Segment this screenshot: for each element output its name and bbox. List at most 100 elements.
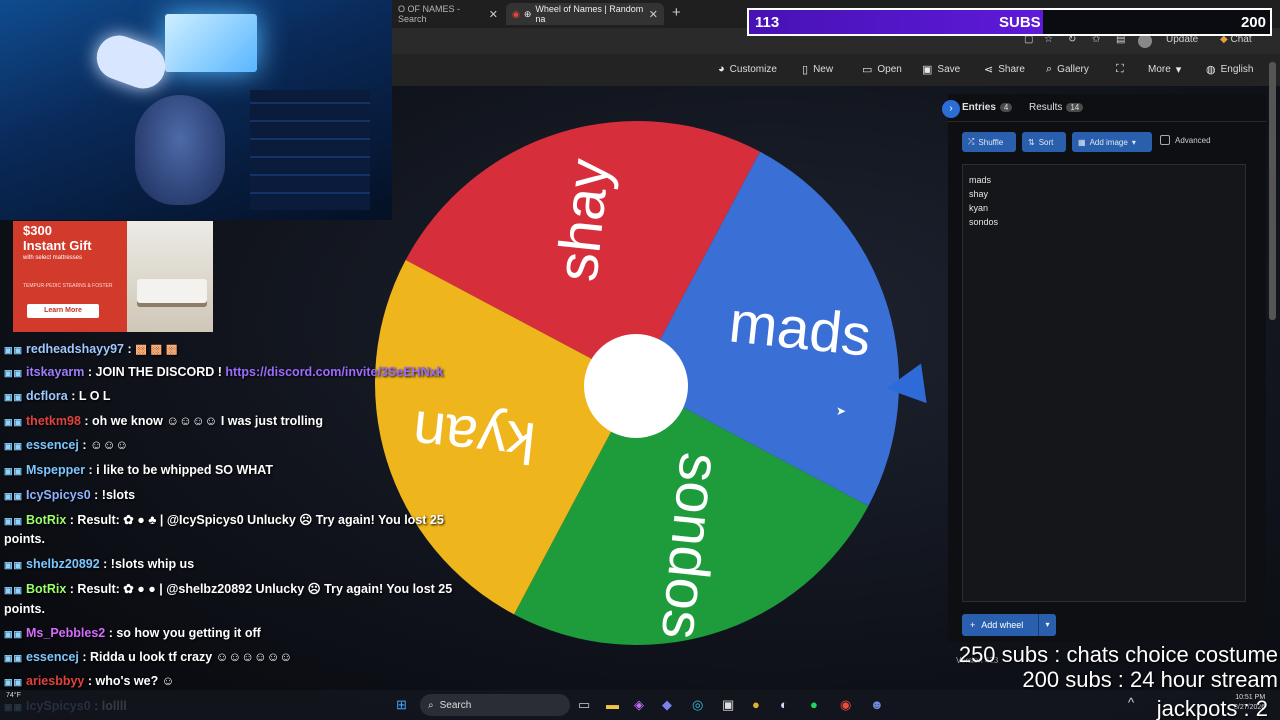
favicon-icon: ◉	[512, 8, 520, 19]
stream-chat: ▣▣ redheadshayy97 : ▩ ▩ ▩ ▣▣ itskayarm : JO…	[0, 338, 500, 720]
chat-badge-icon: ▣▣	[4, 345, 24, 355]
bed-image	[137, 279, 207, 303]
advanced-checkbox[interactable]: Advanced	[1160, 135, 1211, 145]
fullscreen-icon: ⛶	[1116, 63, 1124, 75]
add-wheel-button[interactable]: + Add wheel ▾	[962, 614, 1056, 636]
chat-badge-icon: ▣▣	[4, 677, 24, 687]
open-label: Open	[877, 64, 902, 75]
chat-message: ▣▣ redheadshayy97 : ▩ ▩ ▩	[4, 341, 178, 356]
chat-username[interactable]: BotRix	[26, 513, 66, 527]
copilot-icon[interactable]: ◈	[634, 697, 644, 713]
edge-icon[interactable]: ◎	[692, 697, 703, 713]
chat-username[interactable]: essencej	[26, 438, 79, 452]
close-icon[interactable]: ✕	[489, 8, 498, 21]
sort-button[interactable]: ⇅ Sort	[1022, 132, 1066, 152]
chat-username[interactable]: IcySpicys0	[26, 488, 91, 502]
tab-entries[interactable]: Entries 4	[962, 102, 1013, 113]
chat-username[interactable]: essencej	[26, 650, 79, 664]
advanced-label: Advanced	[1175, 135, 1211, 145]
wheel-hub[interactable]	[584, 334, 688, 438]
more-button[interactable]: More ▾	[1148, 63, 1181, 76]
ad-brands: TEMPUR-PEDIC STEARNS & FOSTER	[23, 283, 113, 289]
search-icon: ⌕	[1046, 63, 1053, 75]
taskbar-search[interactable]: ⌕ Search	[420, 694, 570, 716]
gallery-button[interactable]: ⌕ Gallery	[1046, 63, 1089, 76]
language-label: English	[1220, 64, 1254, 75]
add-wheel-dropdown-icon[interactable]: ▾	[1038, 614, 1056, 636]
monitor-glow	[165, 14, 257, 72]
subs-current: 113	[755, 14, 780, 31]
tab-results[interactable]: Results 14	[1029, 102, 1084, 113]
page-scrollbar[interactable]	[1269, 62, 1276, 320]
chat-username[interactable]: Mspepper	[26, 463, 85, 477]
tab-wheel-of-names[interactable]: ◉ ⊕ Wheel of Names | Random na ✕	[506, 3, 664, 25]
chat-text: : Result: ✿ ● ♣ | @IcySpicys0 Unlucky ☹ …	[69, 513, 444, 527]
store-icon[interactable]: ▣	[722, 697, 734, 713]
discord-icon[interactable]: ☻	[870, 697, 884, 712]
new-button[interactable]: ▯ New	[802, 63, 833, 76]
file-explorer-icon[interactable]: ▬	[606, 697, 619, 712]
collapse-arrow-icon[interactable]: ›	[942, 100, 960, 118]
fullscreen-button[interactable]: ⛶	[1116, 63, 1124, 76]
list-item: mads	[969, 175, 992, 185]
chat-text: : Result: ✿ ● ● | @shelbz20892 Unlucky ☹…	[69, 582, 453, 596]
spotify-icon[interactable]: ●	[810, 697, 818, 712]
ad-subline: with select mattresses	[23, 255, 83, 261]
chat-username[interactable]: redheadshayy97	[26, 342, 124, 356]
tab-search[interactable]: O OF NAMES - Search ✕	[392, 3, 504, 25]
ad-photo	[127, 221, 213, 332]
language-button[interactable]: ◍ English	[1206, 63, 1253, 76]
entries-textarea[interactable]: mads shay kyan sondos	[962, 164, 1246, 602]
windows-start-icon[interactable]: ⊞	[396, 697, 407, 713]
app-icon[interactable]: ●	[752, 697, 760, 712]
chat-username[interactable]: BotRix	[26, 582, 66, 596]
chat-text: : who's we? ☺	[87, 674, 175, 688]
tab-label: Wheel of Names | Random na	[535, 4, 644, 24]
chat-text: : L O L	[71, 389, 111, 403]
chat-username[interactable]: thetkm98	[26, 414, 81, 428]
close-icon[interactable]: ✕	[649, 8, 658, 21]
search-icon: ⌕	[428, 699, 434, 711]
windows-taskbar: 74°F ⊞ ⌕ Search ▭ ▬ ◈ ◆ ◎ ▣ ● ◐ ● ◉ ☻ ^ 1…	[0, 690, 1280, 720]
chat-text: : so how you getting it off	[108, 626, 261, 640]
profile-avatar-icon[interactable]	[1138, 34, 1152, 48]
chat-badge-icon: ▣▣	[4, 491, 24, 501]
chat-username[interactable]: ariesbbyy	[26, 674, 84, 688]
chat-message: ▣▣ dcflora : L O L	[4, 389, 111, 403]
chat-badge-icon: ▣▣	[4, 392, 24, 402]
chat-message: ▣▣ IcySpicys0 : !slots	[4, 488, 135, 502]
open-button[interactable]: ▭ Open	[862, 63, 902, 76]
chat-username[interactable]: dcflora	[26, 389, 68, 403]
chat-username[interactable]: Ms_Pebbles2	[26, 626, 105, 640]
chat-message: ▣▣ Mspepper : i like to be whipped SO WHA…	[4, 463, 273, 477]
wheel-favicon-icon: ⊕	[523, 8, 532, 19]
share-button[interactable]: ⋖ Share	[984, 63, 1025, 76]
chat-badge-icon: ▣▣	[4, 560, 24, 570]
customize-button[interactable]: ◕ Customize	[718, 63, 777, 75]
chat-badge-icon: ▣▣	[4, 466, 24, 476]
share-icon: ⋖	[984, 64, 994, 76]
mouse-cursor-icon: ➤	[836, 404, 847, 418]
app-toolbar: ◕ Customize ▯ New ▭ Open ▣ Save ⋖ Share ⌕ Gall…	[392, 54, 1280, 86]
panel-tabs: › Entries 4 Results 14	[942, 94, 1266, 122]
task-view-icon[interactable]: ▭	[578, 697, 590, 713]
steam-icon[interactable]: ◐	[780, 697, 788, 712]
mattress-ad[interactable]: $300 Instant Gift with select mattresses…	[13, 221, 213, 332]
chat-message: ▣▣ essencej : ☺☺☺	[4, 438, 128, 452]
teams-icon[interactable]: ◆	[662, 697, 672, 713]
chat-username[interactable]: shelbz20892	[26, 557, 100, 571]
save-button[interactable]: ▣ Save	[922, 63, 960, 76]
chat-link[interactable]: https://discord.com/invite/3SeEHNxk	[225, 365, 443, 379]
tray-arrow-icon[interactable]: ^	[1128, 695, 1134, 710]
add-image-button[interactable]: ▦ Add image ▾	[1072, 132, 1152, 152]
list-item: shay	[969, 189, 989, 199]
list-item: sondos	[969, 217, 999, 227]
chat-badge-icon: ▣▣	[4, 516, 24, 526]
weather-temp: 74°F	[6, 692, 21, 699]
chrome-icon[interactable]: ◉	[840, 697, 851, 713]
new-tab-plus-icon[interactable]: +	[672, 4, 681, 21]
chat-username[interactable]: itskayarm	[26, 365, 84, 379]
learn-more-button[interactable]: Learn More	[27, 304, 99, 318]
subs-goal: 200	[1240, 14, 1266, 31]
shuffle-button[interactable]: ⤮ Shuffle	[962, 132, 1016, 152]
